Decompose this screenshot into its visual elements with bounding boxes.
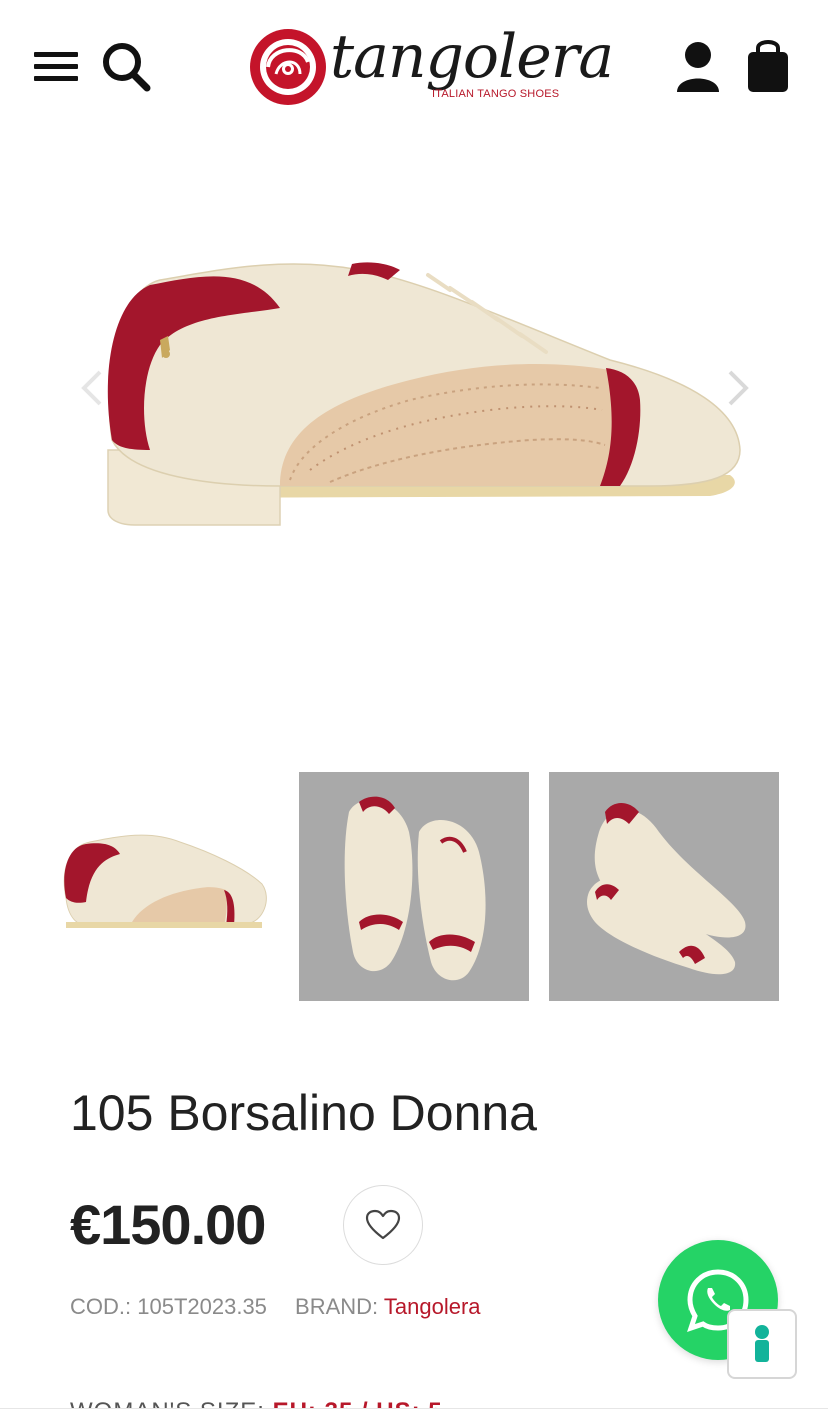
tangolera-logo[interactable]: tangolera ITALIAN TANGO SHOES <box>246 22 614 114</box>
product-title: 105 Borsalino Donna <box>70 1085 537 1141</box>
logo-wordmark: tangolera <box>330 22 614 92</box>
page-fold <box>0 1408 828 1417</box>
code-label: COD.: <box>70 1294 132 1319</box>
product-price: €150.00 <box>70 1193 266 1256</box>
product-gallery <box>0 150 828 710</box>
gallery-next-arrow-icon[interactable] <box>722 368 752 408</box>
heart-icon <box>365 1209 401 1240</box>
product-meta: COD.: 105T2023.35 BRAND: Tangolera <box>70 1294 481 1320</box>
accessibility-button[interactable] <box>727 1309 797 1379</box>
search-icon[interactable] <box>100 40 152 94</box>
thumbnail-strip <box>0 772 828 1002</box>
thumbnail-pair-angled-view[interactable] <box>549 772 779 1001</box>
shopping-bag-icon[interactable] <box>744 36 792 94</box>
main-product-image <box>107 262 741 526</box>
thumbnail-side-view[interactable] <box>50 772 280 1001</box>
wishlist-button[interactable] <box>343 1185 423 1265</box>
logo-tagline: ITALIAN TANGO SHOES <box>432 88 560 100</box>
brand-label: BRAND: <box>295 1294 379 1319</box>
thumbnail-pair-top-view[interactable] <box>299 772 529 1001</box>
brand-link[interactable]: Tangolera <box>384 1294 481 1319</box>
user-icon[interactable] <box>674 40 722 94</box>
keyhole-icon <box>755 1325 769 1362</box>
menu-icon[interactable] <box>34 52 78 84</box>
code-value: 105T2023.35 <box>137 1294 267 1319</box>
site-header: tangolera ITALIAN TANGO SHOES <box>0 0 828 135</box>
logo-rose-icon <box>250 29 326 105</box>
